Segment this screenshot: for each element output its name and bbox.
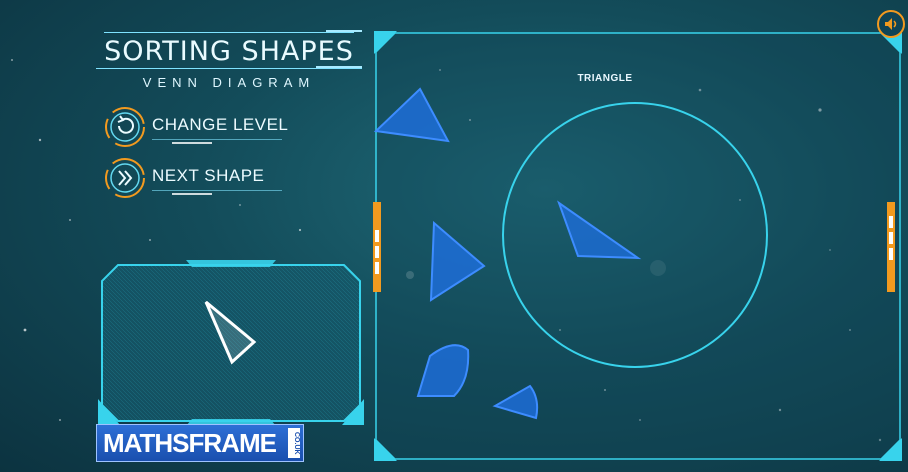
change-level-underline [152,139,282,140]
unsorted-triangle-1[interactable] [374,87,452,145]
game-title: SORTING SHAPES [104,36,354,67]
current-shape-triangle[interactable] [198,298,262,368]
change-level-button[interactable]: CHANGE LEVEL [104,106,334,148]
logo-suffix: CO.UK [288,428,300,458]
sorted-triangle-inside[interactable] [556,200,646,264]
title-top-accent [326,30,362,32]
game-subtitle: VENN DIAGRAM [142,75,316,90]
change-level-underline-accent [172,142,212,144]
next-shape-underline-accent [172,193,212,195]
title-top-line [104,32,354,33]
double-chevron-right-icon [105,158,145,198]
title-divider-accent [316,66,362,68]
speaker-icon [885,18,897,30]
logo-text: MATHSFRAME [103,428,277,458]
next-shape-label: NEXT SHAPE [152,166,265,185]
cycle-icon [105,107,145,147]
unsorted-triangle-2[interactable] [426,220,488,304]
sound-toggle-button[interactable] [877,10,905,38]
change-level-label: CHANGE LEVEL [152,115,289,134]
next-shape-underline [152,190,282,191]
triangle-set-label: TRIANGLE [577,73,633,84]
unsorted-sector-shape[interactable] [414,342,474,400]
unsorted-small-sector-shape[interactable] [492,383,542,421]
title-divider [96,68,362,69]
mathsframe-logo: MATHSFRAME CO.UK [96,424,304,462]
next-shape-button[interactable]: NEXT SHAPE [104,157,334,199]
